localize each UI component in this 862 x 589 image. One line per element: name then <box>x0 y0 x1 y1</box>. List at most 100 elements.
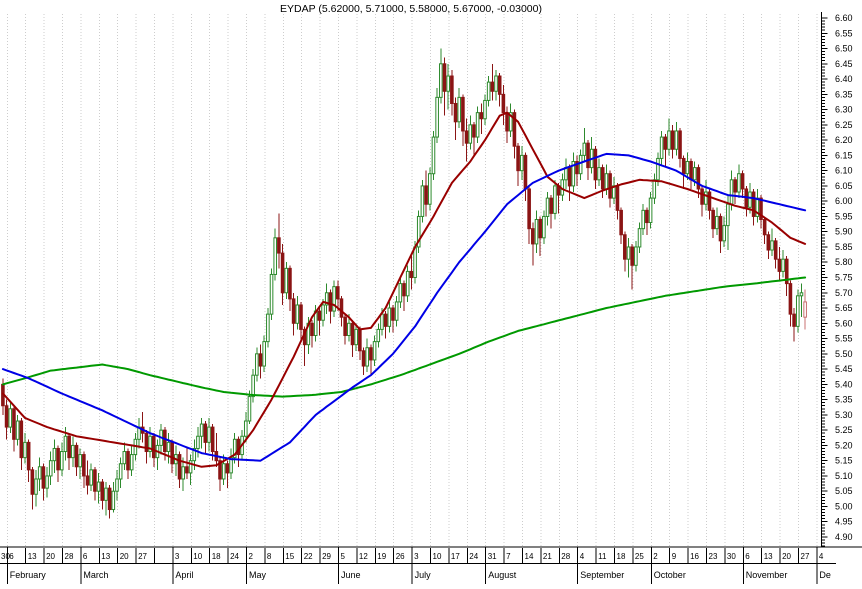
candle <box>255 347 259 382</box>
candle <box>788 280 793 327</box>
month-label: November <box>746 570 788 580</box>
candle <box>383 311 388 339</box>
candle <box>578 149 583 180</box>
candle <box>652 173 657 205</box>
candle <box>475 106 480 144</box>
candle <box>634 240 638 272</box>
candle <box>707 188 712 220</box>
y-axis-label: 5.05 <box>835 486 853 496</box>
month-label: July <box>415 570 432 580</box>
candle <box>571 152 576 193</box>
candle <box>553 179 557 220</box>
y-axis-label: 5.50 <box>835 349 853 359</box>
y-axis-label: 5.60 <box>835 318 853 328</box>
candle <box>85 460 90 495</box>
candle <box>376 323 381 348</box>
candle <box>402 280 406 312</box>
x-axis-month-row: February March April May June July August Septe… <box>6 547 831 584</box>
candle <box>751 188 756 226</box>
week-label: 15 <box>285 552 294 561</box>
week-label: 13 <box>28 552 37 561</box>
price-chart-canvas: 6.60 6.55 6.50 6.45 6.40 6.35 6.30 6.25 6.20 6.15… <box>0 12 862 584</box>
y-axis-label: 5.45 <box>835 364 853 374</box>
y-axis-label: 6.60 <box>835 13 853 23</box>
stock-chart: EYDAP (5.62000, 5.71000, 5.58000, 5.6700… <box>0 0 862 589</box>
candle <box>718 213 723 254</box>
candle <box>284 262 289 299</box>
candle <box>450 69 454 116</box>
y-axis-label: 6.35 <box>835 89 853 99</box>
week-label: 3 <box>175 552 180 561</box>
y-axis-label: 6.30 <box>835 105 853 115</box>
month-label: April <box>175 570 193 580</box>
candle <box>420 179 425 223</box>
candle <box>439 48 443 104</box>
week-label: 20 <box>46 552 55 561</box>
candle <box>328 289 333 324</box>
week-label: 27 <box>801 552 810 561</box>
candle <box>221 454 226 486</box>
candle <box>681 155 686 189</box>
candle <box>781 250 785 278</box>
candle <box>435 88 439 144</box>
candle <box>442 57 447 116</box>
candle <box>104 482 108 516</box>
candle <box>324 283 329 315</box>
candle <box>461 94 465 147</box>
candle <box>700 185 704 217</box>
week-label: 24 <box>230 552 239 561</box>
week-label: 18 <box>617 552 626 561</box>
candle <box>317 308 322 336</box>
candle <box>78 448 82 480</box>
candle <box>74 442 79 476</box>
candle <box>527 185 531 244</box>
candle <box>431 130 436 180</box>
candle <box>626 237 631 278</box>
week-label: 13 <box>764 552 773 561</box>
candle <box>597 158 601 186</box>
candle <box>755 188 760 223</box>
candle <box>582 127 587 162</box>
week-label: 9 <box>672 552 677 561</box>
y-axis-label: 5.35 <box>835 395 853 405</box>
candle <box>118 457 123 489</box>
week-label: 31 <box>488 552 497 561</box>
candle <box>4 399 9 440</box>
y-axis-label: 6.10 <box>835 166 853 176</box>
y-axis-label: 5.95 <box>835 211 853 221</box>
candle <box>111 482 116 513</box>
week-label: 5 <box>341 552 346 561</box>
candle <box>258 344 263 379</box>
candle <box>251 369 255 403</box>
week-label: 19 <box>377 552 386 561</box>
candle <box>12 405 16 452</box>
week-label: 6 <box>745 552 750 561</box>
y-axis-label: 6.15 <box>835 150 853 160</box>
y-axis-label: 6.55 <box>835 28 853 38</box>
candle <box>52 439 57 473</box>
candle <box>619 207 623 244</box>
candle <box>519 146 524 180</box>
candle <box>795 289 800 333</box>
candle <box>737 164 741 199</box>
week-label: 26 <box>396 552 405 561</box>
y-axis-label: 6.20 <box>835 135 853 145</box>
candle <box>288 265 292 312</box>
week-label: 17 <box>451 552 460 561</box>
candle <box>615 182 620 220</box>
y-axis-label: 5.85 <box>835 242 853 252</box>
week-label: 3 <box>414 552 419 561</box>
candle <box>100 479 105 510</box>
candle <box>34 469 38 507</box>
candle <box>93 466 97 501</box>
week-label: 4 <box>580 552 585 561</box>
candle <box>564 158 568 189</box>
candle <box>19 417 24 470</box>
month-label: De <box>819 570 831 580</box>
candle <box>343 314 347 345</box>
y-axis-label: 6.05 <box>835 181 853 191</box>
candle <box>670 124 675 159</box>
candle <box>689 158 693 189</box>
candle <box>416 210 421 254</box>
candle <box>405 265 410 302</box>
